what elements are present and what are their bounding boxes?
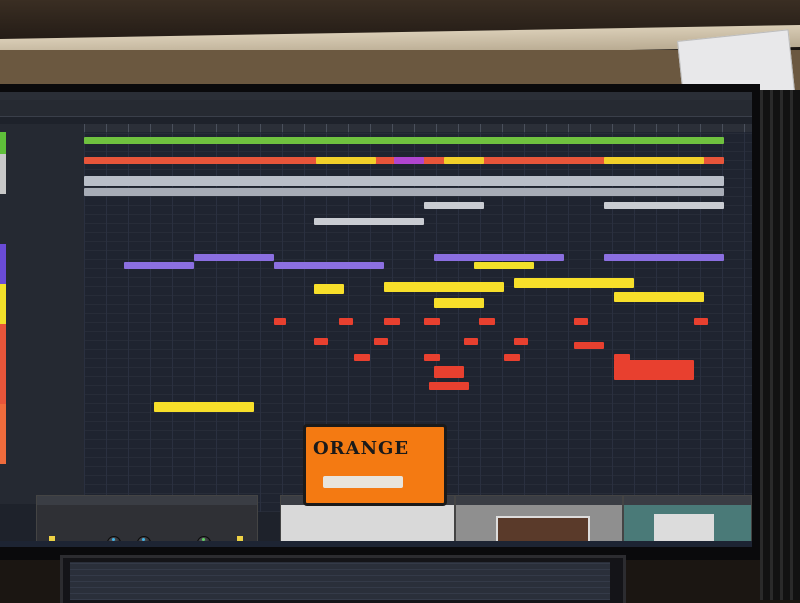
plugin-dynamics[interactable] [36, 495, 258, 547]
clip[interactable] [464, 338, 478, 345]
daw-menubar[interactable] [0, 92, 752, 100]
amp-control-panel [323, 476, 403, 488]
wire-rack [760, 90, 800, 600]
track-color-strip [0, 324, 6, 404]
clip[interactable] [194, 254, 274, 261]
clip[interactable] [424, 318, 440, 325]
track-color-strip [0, 404, 6, 464]
clip[interactable] [314, 218, 424, 225]
clip[interactable] [444, 157, 484, 164]
clip[interactable] [434, 366, 464, 378]
clip[interactable] [274, 262, 384, 269]
track-list[interactable] [0, 124, 84, 504]
clip[interactable] [384, 282, 504, 292]
plugin-channel-strip[interactable] [623, 495, 752, 547]
plugin-title-bar[interactable] [37, 496, 257, 505]
clip[interactable] [424, 354, 440, 361]
clip[interactable] [316, 157, 376, 164]
clip[interactable] [154, 402, 254, 412]
clip[interactable] [339, 318, 353, 325]
clip[interactable] [604, 254, 724, 261]
clip[interactable] [574, 318, 588, 325]
track-color-strip [0, 284, 6, 324]
clip[interactable] [614, 360, 694, 380]
clip[interactable] [429, 382, 469, 390]
clip[interactable] [374, 338, 388, 345]
clip[interactable] [514, 338, 528, 345]
plugin-title-bar[interactable] [456, 496, 622, 505]
clip[interactable] [394, 157, 424, 164]
clip[interactable] [479, 318, 495, 325]
clip[interactable] [504, 354, 520, 361]
clip[interactable] [604, 202, 724, 209]
clip[interactable] [434, 298, 484, 308]
amp-logo: ORANGE [313, 438, 410, 459]
laptop-screen [70, 562, 610, 600]
clip[interactable] [424, 202, 484, 209]
plugin-title-bar[interactable] [624, 496, 751, 505]
clip[interactable] [574, 342, 604, 349]
clip[interactable] [434, 254, 564, 261]
timeline-ruler[interactable] [84, 124, 752, 132]
track-color-strip [0, 132, 6, 154]
clip[interactable] [604, 157, 704, 164]
track-color-strip [0, 154, 6, 194]
daw-toolbar[interactable] [0, 100, 752, 117]
clip[interactable] [84, 188, 724, 196]
clip[interactable] [314, 284, 344, 294]
clip[interactable] [314, 338, 328, 345]
clip[interactable] [614, 292, 704, 302]
amp-head [303, 424, 447, 506]
clip[interactable] [694, 318, 708, 325]
clip[interactable] [274, 318, 286, 325]
taskbar[interactable] [0, 541, 752, 547]
clip[interactable] [84, 137, 724, 144]
plugin-compressor[interactable] [455, 495, 623, 547]
clip[interactable] [474, 262, 534, 269]
clip[interactable] [84, 176, 724, 186]
clip[interactable] [354, 354, 370, 361]
track-color-strip [0, 244, 6, 284]
clip[interactable] [124, 262, 194, 269]
clip[interactable] [514, 278, 634, 288]
clip[interactable] [384, 318, 400, 325]
